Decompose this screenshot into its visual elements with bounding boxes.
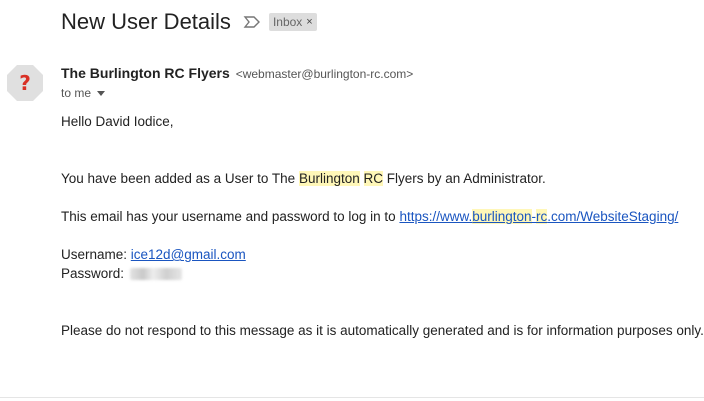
remove-label-icon[interactable]: ×: [306, 16, 312, 28]
sender-avatar: ?: [6, 64, 44, 102]
link-part[interactable]: https://www.: [399, 209, 472, 224]
inbox-label-badge: Inbox ×: [268, 13, 317, 31]
sender-name[interactable]: The Burlington RC Flyers: [61, 65, 230, 81]
subject-row: New User Details Inbox ×: [61, 8, 317, 36]
divider: [0, 397, 704, 398]
added-user-line: You have been added as a User to The Bur…: [61, 171, 546, 186]
link-part[interactable]: .com/WebsiteStaging/: [547, 209, 678, 224]
username-email-link[interactable]: ice12d@gmail.com: [131, 247, 246, 262]
added-user-text: You have been added as a User to The: [61, 171, 299, 186]
login-info-line: This email has your username and passwor…: [61, 209, 678, 224]
footer-notice: Please do not respond to this message as…: [61, 323, 704, 338]
password-line: Password:: [61, 266, 183, 281]
redacted-password: [130, 268, 183, 281]
greeting-line: Hello David Iodice,: [61, 114, 174, 129]
inbox-label-text: Inbox: [272, 15, 303, 29]
question-mark-icon: ?: [19, 71, 31, 95]
username-label: Username:: [61, 247, 131, 262]
link-highlight-burlington[interactable]: burlington: [472, 209, 532, 224]
sender-email: <webmaster@burlington-rc.com>: [235, 67, 414, 81]
show-details-chevron-icon[interactable]: [97, 90, 106, 96]
password-label: Password:: [61, 266, 125, 281]
sender-row: The Burlington RC Flyers <webmaster@burl…: [61, 65, 413, 81]
recipient-text[interactable]: to me: [61, 86, 91, 100]
highlight-rc: RC: [363, 171, 383, 186]
link-highlight-rc[interactable]: rc: [536, 209, 548, 224]
label-important-icon[interactable]: [243, 15, 261, 29]
login-info-text: This email has your username and passwor…: [61, 209, 400, 224]
email-subject: New User Details: [61, 9, 231, 34]
username-line: Username: ice12d@gmail.com: [61, 247, 246, 262]
highlight-burlington: Burlington: [298, 171, 360, 186]
added-user-suffix: Flyers by an Administrator.: [383, 171, 546, 186]
website-staging-link[interactable]: https://www.burlington-rc.com/WebsiteSta…: [399, 209, 678, 224]
recipient-row[interactable]: to me: [61, 86, 106, 100]
